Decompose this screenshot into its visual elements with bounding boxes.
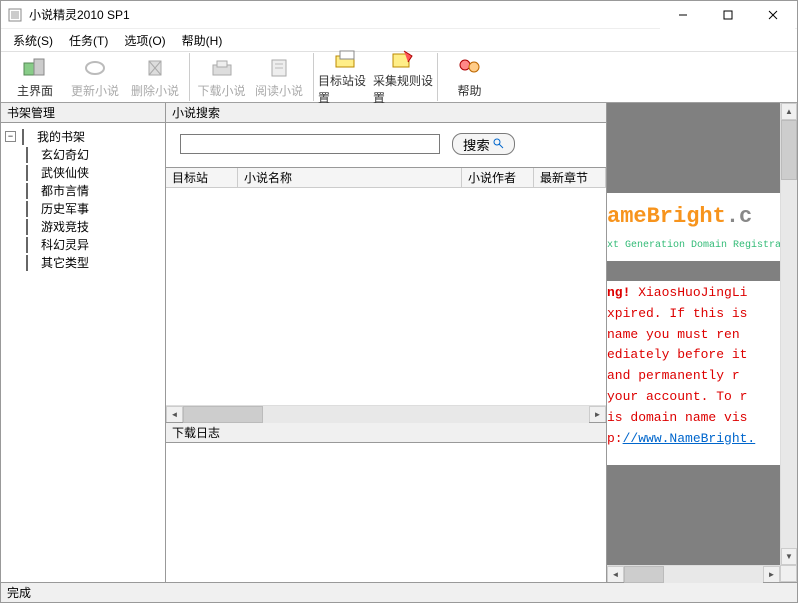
domain-link[interactable]: //www.NameBright. <box>623 431 756 446</box>
tool-target-settings[interactable]: 目标站设置 <box>313 53 373 101</box>
col-latest[interactable]: 最新章节 <box>534 168 606 187</box>
log-section: 下载日志 <box>166 422 606 582</box>
tree-category[interactable]: 武侠仙侠 <box>23 163 161 181</box>
ad-content: ameBright.c xt Generation Domain Registr… <box>607 103 780 565</box>
brand-name: ameBright <box>607 204 726 229</box>
read-icon <box>265 56 293 80</box>
tool-refresh-novel[interactable]: 更新小说 <box>65 53 125 101</box>
tool-download-novel[interactable]: 下载小说 <box>189 53 249 101</box>
log-header: 下载日志 <box>166 423 606 443</box>
category-icon <box>26 184 38 196</box>
scroll-left-icon[interactable]: ◄ <box>166 406 183 423</box>
table-body[interactable] <box>166 188 606 405</box>
right-panel: ameBright.c xt Generation Domain Registr… <box>607 103 797 582</box>
tool-main-view[interactable]: 主界面 <box>5 53 65 101</box>
toolbar: 主界面 更新小说 删除小说 下载小说 阅读小说 目标站设置 采集规则设置 帮助 <box>1 51 797 103</box>
home-icon <box>21 56 49 80</box>
target-icon <box>332 48 360 70</box>
tool-read-novel[interactable]: 阅读小说 <box>249 53 309 101</box>
category-label: 游戏竞技 <box>41 218 89 235</box>
table-header: 目标站 小说名称 小说作者 最新章节 <box>166 168 606 188</box>
tree-root[interactable]: − 我的书架 <box>5 127 161 145</box>
refresh-icon <box>81 56 109 80</box>
menu-task[interactable]: 任务(T) <box>61 30 116 51</box>
app-window: 小说精灵2010 SP1 系统(S) 任务(T) 选项(O) 帮助(H) 主界面… <box>0 0 798 603</box>
search-button[interactable]: 搜索 <box>452 133 515 155</box>
category-icon <box>26 256 38 268</box>
status-text: 完成 <box>7 584 31 601</box>
tree-category[interactable]: 游戏竞技 <box>23 217 161 235</box>
category-icon <box>26 148 38 160</box>
minimize-button[interactable] <box>660 1 705 29</box>
tree-root-label: 我的书架 <box>37 128 85 145</box>
main-area: 书架管理 − 我的书架 玄幻奇幻武侠仙侠都市言情历史军事游戏竞技科幻灵异其它类型… <box>1 103 797 582</box>
search-button-label: 搜索 <box>463 135 490 154</box>
hscroll-thumb[interactable] <box>624 566 664 583</box>
category-icon <box>26 202 38 214</box>
tool-collect-rule-settings[interactable]: 采集规则设置 <box>373 53 433 101</box>
search-header: 小说搜索 <box>166 103 606 123</box>
hscroll-thumb[interactable] <box>183 406 263 423</box>
statusbar: 完成 <box>1 582 797 602</box>
bookshelf-tree[interactable]: − 我的书架 玄幻奇幻武侠仙侠都市言情历史军事游戏竞技科幻灵异其它类型 <box>1 123 165 582</box>
search-section: 小说搜索 搜索 <box>166 103 606 168</box>
brand-tagline: xt Generation Domain Registra <box>607 240 780 251</box>
tool-delete-novel[interactable]: 删除小说 <box>125 53 185 101</box>
menu-options[interactable]: 选项(O) <box>116 30 173 51</box>
rules-icon <box>389 48 417 70</box>
maximize-button[interactable] <box>705 1 750 29</box>
warning-strong: ng! <box>607 285 630 300</box>
scroll-right-icon[interactable]: ► <box>589 406 606 423</box>
category-label: 武侠仙侠 <box>41 164 89 181</box>
titlebar: 小说精灵2010 SP1 <box>1 1 797 29</box>
results-table: 目标站 小说名称 小说作者 最新章节 ◄ ► <box>166 168 606 422</box>
category-label: 科幻灵异 <box>41 236 89 253</box>
left-panel: 书架管理 − 我的书架 玄幻奇幻武侠仙侠都市言情历史军事游戏竞技科幻灵异其它类型 <box>1 103 166 582</box>
category-icon <box>26 166 38 178</box>
menu-help[interactable]: 帮助(H) <box>174 30 231 51</box>
delete-icon <box>141 56 169 80</box>
search-icon <box>492 137 504 152</box>
collapse-icon[interactable]: − <box>5 131 16 142</box>
download-icon <box>208 56 236 80</box>
search-input[interactable] <box>180 134 440 154</box>
scroll-left-icon[interactable]: ◄ <box>607 566 624 583</box>
menu-system[interactable]: 系统(S) <box>5 30 61 51</box>
col-name[interactable]: 小说名称 <box>238 168 462 187</box>
tree-category[interactable]: 其它类型 <box>23 253 161 271</box>
help-icon <box>456 56 484 80</box>
category-label: 历史军事 <box>41 200 89 217</box>
scroll-right-icon[interactable]: ► <box>763 566 780 583</box>
right-vscroll[interactable]: ▲ ▼ <box>780 103 797 565</box>
tree-category[interactable]: 历史军事 <box>23 199 161 217</box>
bookshelf-header: 书架管理 <box>1 103 165 123</box>
tree-category[interactable]: 科幻灵异 <box>23 235 161 253</box>
scroll-down-icon[interactable]: ▼ <box>781 548 797 565</box>
table-hscroll[interactable]: ◄ ► <box>166 405 606 422</box>
folder-icon <box>22 130 34 142</box>
tool-help[interactable]: 帮助 <box>437 53 497 101</box>
center-panel: 小说搜索 搜索 目标站 小说名称 小说作者 最新章节 <box>166 103 607 582</box>
tree-category[interactable]: 玄幻奇幻 <box>23 145 161 163</box>
col-author[interactable]: 小说作者 <box>462 168 534 187</box>
close-button[interactable] <box>750 1 795 29</box>
window-title: 小说精灵2010 SP1 <box>29 6 660 23</box>
log-body[interactable] <box>166 443 606 582</box>
category-label: 其它类型 <box>41 254 89 271</box>
scroll-up-icon[interactable]: ▲ <box>781 103 797 120</box>
tree-category[interactable]: 都市言情 <box>23 181 161 199</box>
col-target[interactable]: 目标站 <box>166 168 238 187</box>
app-icon <box>7 7 23 23</box>
category-label: 都市言情 <box>41 182 89 199</box>
category-icon <box>26 220 38 232</box>
category-icon <box>26 238 38 250</box>
right-hscroll[interactable]: ◄ ► <box>607 565 780 582</box>
category-label: 玄幻奇幻 <box>41 146 89 163</box>
vscroll-thumb[interactable] <box>781 120 797 180</box>
